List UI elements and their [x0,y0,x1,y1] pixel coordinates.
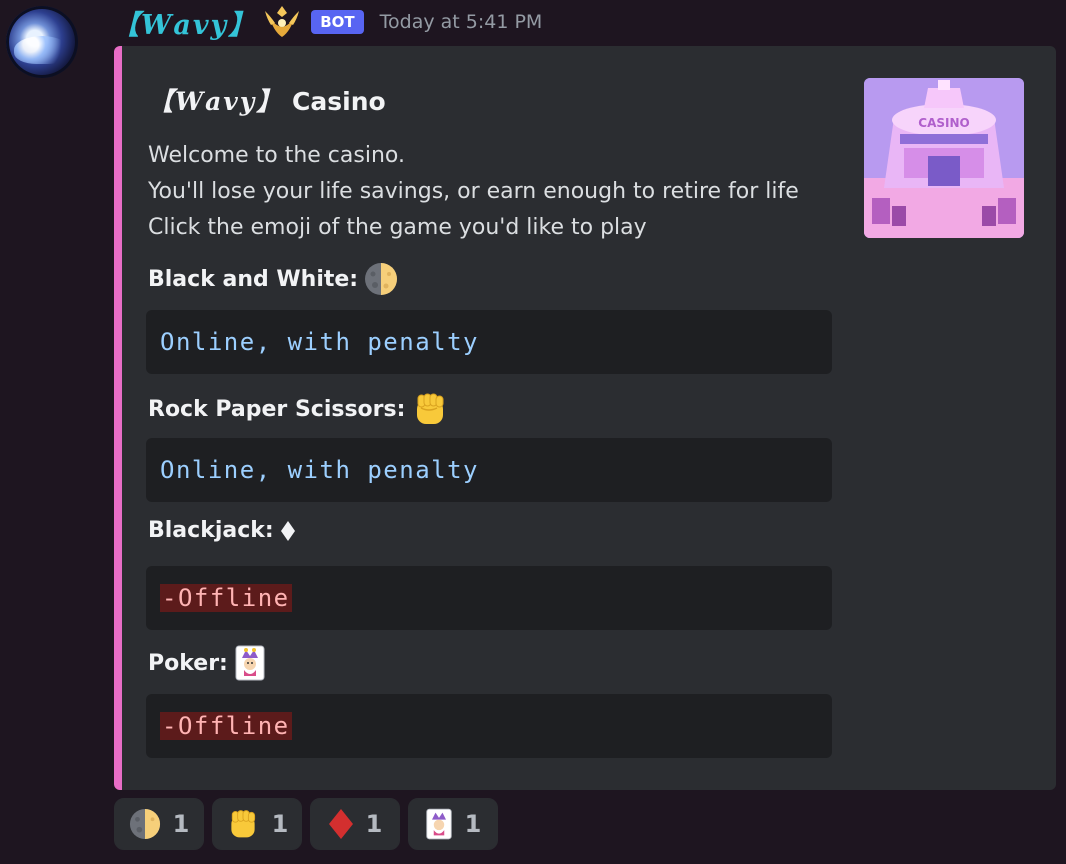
field-label: Rock Paper Scissors: [148,396,406,422]
description-line: Click the emoji of the game you'd like t… [148,215,647,240]
message-header: 【𝑾𝒂𝒗𝒚】 BOT Today at 5:41 PM [112,2,542,42]
bot-badge: BOT [311,10,364,34]
message-timestamp[interactable]: Today at 5:41 PM [380,11,543,33]
status-text: Online, with penalty [160,456,479,484]
field-label: Poker: [148,650,228,676]
diamond-icon [280,519,296,543]
embed-title-brand: 【𝑾𝒂𝒗𝒚】 [148,87,284,116]
embed-title-text: Casino [292,87,386,116]
bot-avatar[interactable] [6,6,78,78]
reaction-joker-card[interactable]: 1 [408,798,498,850]
status-text: -Offline [160,712,292,740]
embed-description: Welcome to the casino. You'll lose your … [148,138,799,246]
casino-embed: 【𝑾𝒂𝒗𝒚】 Casino Welcome to the casino. You… [114,46,1056,790]
field-rock-paper-scissors: Rock Paper Scissors: [148,390,449,428]
embed-title: 【𝑾𝒂𝒗𝒚】 Casino [148,82,386,118]
reaction-count: 1 [271,810,289,838]
moon-half-icon [364,262,398,296]
status-text: -Offline [160,584,292,612]
reaction-count: 1 [365,810,383,838]
status-code-block: Online, with penalty [146,310,832,374]
field-poker: Poker: [148,644,266,682]
field-label: Blackjack: [148,518,274,543]
svg-text:CASINO: CASINO [918,116,969,130]
reaction-diamond[interactable]: 1 [310,798,400,850]
field-blackjack: Blackjack: [148,518,296,543]
joker-card-icon [425,807,453,841]
bot-username[interactable]: 【𝑾𝒂𝒗𝒚】 [112,3,257,42]
reaction-fist[interactable]: 1 [212,798,302,850]
reactions-bar: 1 1 1 1 [114,798,506,850]
description-line: You'll lose your life savings, or earn e… [148,179,799,204]
field-black-and-white: Black and White: [148,262,398,296]
reaction-count: 1 [464,810,482,838]
status-code-block: -Offline [146,566,832,630]
casino-thumbnail-image[interactable]: CASINO [864,78,1024,238]
status-code-block: Online, with penalty [146,438,832,502]
joker-card-icon [234,644,266,682]
diamond-icon [328,808,354,840]
moon-half-icon [129,808,161,840]
reaction-count: 1 [172,810,190,838]
status-text: Online, with penalty [160,328,479,356]
fist-icon [226,807,260,841]
reaction-moon-half[interactable]: 1 [114,798,204,850]
fist-icon [411,390,449,428]
status-code-block: -Offline [146,694,832,758]
field-label: Black and White: [148,266,359,292]
description-line: Welcome to the casino. [148,143,405,168]
crest-icon [261,3,303,41]
